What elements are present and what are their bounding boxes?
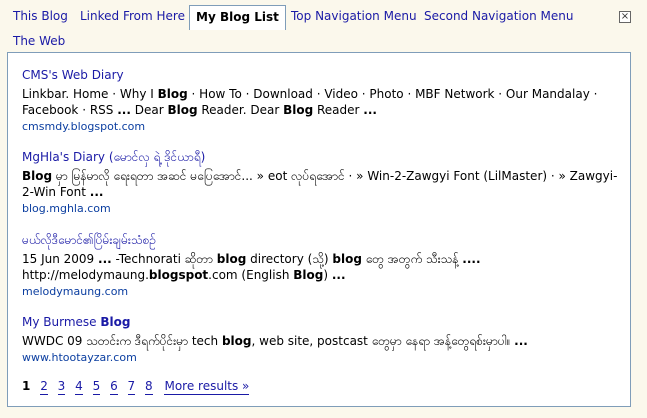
highlighted-term: Blog [167, 103, 198, 117]
text-segment: -Technorati ဆိုတာ [111, 252, 217, 266]
highlighted-term: blog [332, 252, 362, 266]
text-segment: WWDC 09 သတင်းက ဒီရက်ပိုင်းမှာ tech [22, 334, 222, 348]
highlighted-term: ... [363, 103, 377, 117]
text-segment: တွေ အတွက် သီးသန့် [361, 252, 463, 266]
highlighted-term: ... [331, 268, 346, 282]
tab-the-web[interactable]: The Web [7, 30, 71, 52]
search-result: မယ်လိုဒီမောင်၏ပြိမ်းချမ်းသံစဉ် 15 Jun 20… [22, 232, 622, 300]
text-segment: 15 Jun 2009 [22, 252, 99, 266]
page-link-2[interactable]: 2 [40, 379, 48, 395]
highlighted-term: blogspot [148, 268, 209, 282]
result-url[interactable]: www.htootayzar.com [22, 350, 622, 366]
highlighted-term: .... [462, 252, 481, 266]
text-segment: ) [323, 268, 332, 282]
more-results-link[interactable]: More results » [164, 379, 250, 395]
close-icon[interactable]: × [619, 11, 631, 23]
results-panel: CMS's Web Diary Linkbar. Home · Why I Bl… [7, 52, 631, 407]
highlighted-term: Blog [283, 103, 314, 117]
result-snippet: Blog မှာ မြန်မာလို ရေးရတာ အဆင် မပြေအောင်… [22, 168, 622, 200]
result-title[interactable]: My Burmese Blog [22, 314, 622, 330]
result-snippet: 15 Jun 2009 ... -Technorati ဆိုတာ blog d… [22, 251, 622, 283]
result-snippet: Linkbar. Home · Why I Blog · How To · Do… [22, 86, 622, 118]
highlighted-term: ... [514, 334, 528, 348]
tab-top-navigation-menu[interactable]: Top Navigation Menu [285, 5, 423, 27]
text-segment: http://melodymaung. [22, 268, 149, 282]
highlighted-term: Blog [293, 268, 324, 282]
highlighted-term: Blog [157, 87, 188, 101]
text-segment: directory (သို့) [246, 252, 333, 266]
pagination: 1 2 3 4 5 6 7 8 More results » [22, 379, 255, 397]
result-title[interactable]: မယ်လိုဒီမောင်၏ပြိမ်းချမ်းသံစဉ် [22, 232, 622, 248]
search-result: MgHla's Diary (မောင်လှ ရဲ့ ဒိုင်ယာရီ) Bl… [22, 149, 622, 217]
text-segment: My Burmese [22, 315, 101, 329]
text-segment: Reader [313, 103, 364, 117]
search-result: CMS's Web Diary Linkbar. Home · Why I Bl… [22, 67, 622, 135]
page-link-7[interactable]: 7 [127, 379, 136, 395]
text-segment: .com (English [208, 268, 294, 282]
tab-this-blog[interactable]: This Blog [7, 5, 74, 27]
highlighted-term: ... [117, 103, 131, 117]
page-link-4[interactable]: 4 [75, 379, 83, 395]
tab-my-blog-list[interactable]: My Blog List [189, 5, 286, 30]
text-segment: , web site, postcast တွေမှာ နေရာ အန့်တွေ… [251, 334, 515, 348]
tab-second-navigation-menu[interactable]: Second Navigation Menu [418, 5, 579, 27]
result-url[interactable]: blog.mghla.com [22, 201, 622, 217]
highlighted-term: ... [98, 252, 112, 266]
highlighted-term: ... [89, 185, 104, 199]
page-link-5[interactable]: 5 [92, 379, 101, 395]
result-snippet: WWDC 09 သတင်းက ဒီရက်ပိုင်းမှာ tech blog,… [22, 333, 622, 349]
result-url[interactable]: melodymaung.com [22, 284, 622, 300]
text-segment: Linkbar. Home · Why I [22, 87, 158, 101]
tab-bar: This Blog Linked From Here My Blog List … [7, 5, 617, 53]
page-link-1[interactable]: 1 [22, 379, 30, 394]
text-segment: Dear [130, 103, 168, 117]
text-segment: မှာ မြန်မာလို ရေးရတာ အဆင် မပြေအောင်... »… [22, 169, 618, 199]
highlighted-term: Blog [100, 315, 131, 329]
highlighted-term: Blog [22, 169, 53, 183]
page-link-8[interactable]: 8 [145, 379, 153, 395]
result-title[interactable]: MgHla's Diary (မောင်လှ ရဲ့ ဒိုင်ယာရီ) [22, 149, 622, 165]
page-link-3[interactable]: 3 [57, 379, 66, 395]
search-result: My Burmese Blog WWDC 09 သတင်းက ဒီရက်ပိုင… [22, 314, 622, 366]
result-title[interactable]: CMS's Web Diary [22, 67, 622, 83]
tab-linked-from-here[interactable]: Linked From Here [74, 5, 191, 27]
highlighted-term: blog [216, 252, 247, 266]
highlighted-term: blog [221, 334, 252, 348]
page-link-6[interactable]: 6 [110, 379, 118, 395]
result-url[interactable]: cmsmdy.blogspot.com [22, 119, 622, 135]
text-segment: Reader. Dear [197, 103, 284, 117]
